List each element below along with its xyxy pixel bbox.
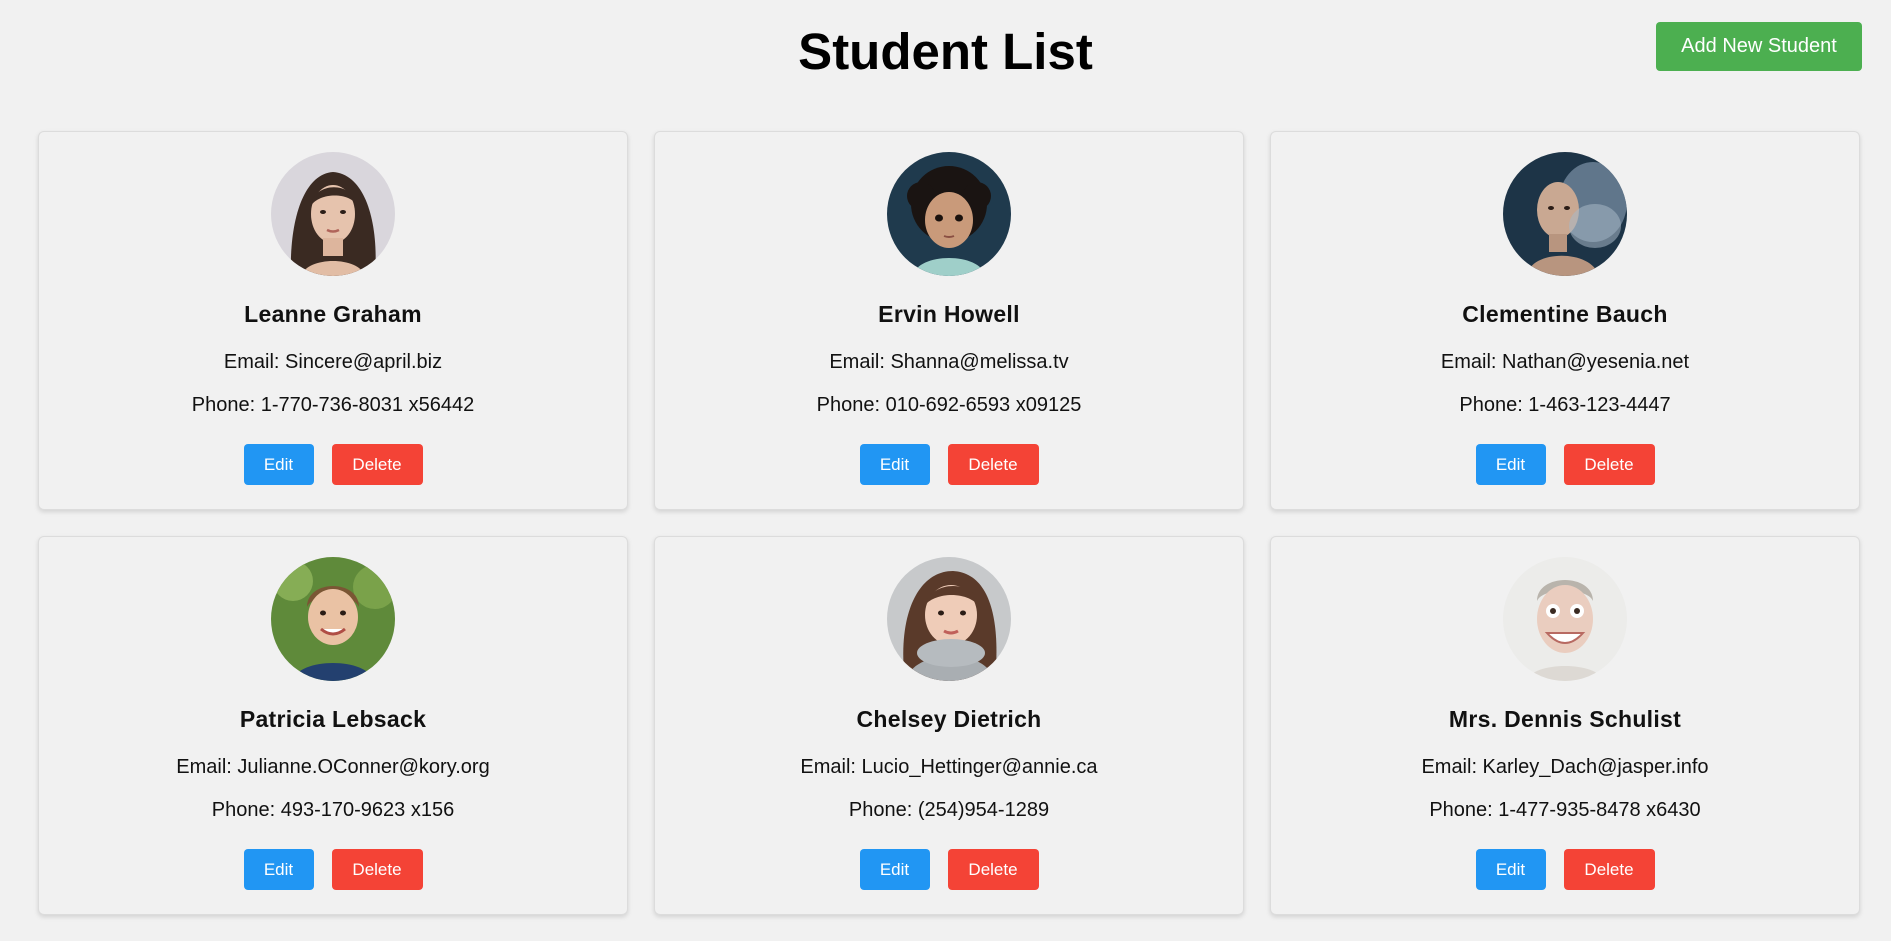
delete-button[interactable]: Delete xyxy=(947,444,1039,485)
student-avatar xyxy=(1503,557,1627,681)
student-avatar xyxy=(887,152,1011,276)
student-avatar xyxy=(271,557,395,681)
student-avatar xyxy=(887,557,1011,681)
student-phone: Phone: 1-770-736-8031 x56442 xyxy=(191,394,475,416)
card-actions: Edit Delete xyxy=(39,444,627,485)
student-phone: Phone: 1-477-935-8478 x6430 xyxy=(1429,799,1701,821)
student-email: Email: Lucio_Hettinger@annie.ca xyxy=(800,756,1098,778)
avatar-woman-scarf-icon xyxy=(887,557,1011,681)
student-email: Email: Nathan@yesenia.net xyxy=(1440,351,1690,373)
edit-button[interactable]: Edit xyxy=(1475,444,1546,485)
student-email: Email: Sincere@april.biz xyxy=(223,351,443,373)
card-actions: Edit Delete xyxy=(655,444,1243,485)
edit-button[interactable]: Edit xyxy=(243,849,314,890)
student-grid: Leanne Graham Email: Sincere@april.biz P… xyxy=(38,131,1861,915)
card-actions: Edit Delete xyxy=(1271,444,1859,485)
avatar-grinning-man-icon xyxy=(1503,557,1627,681)
edit-button[interactable]: Edit xyxy=(859,444,930,485)
student-name: Clementine Bauch xyxy=(1462,301,1668,327)
student-email: Email: Julianne.OConner@kory.org xyxy=(176,756,490,778)
student-name: Mrs. Dennis Schulist xyxy=(1448,706,1682,732)
student-card: Mrs. Dennis Schulist Email: Karley_Dach@… xyxy=(1270,536,1860,915)
add-new-student-button[interactable]: Add New Student xyxy=(1656,22,1862,71)
student-name: Chelsey Dietrich xyxy=(856,706,1042,732)
delete-button[interactable]: Delete xyxy=(1563,444,1655,485)
edit-button[interactable]: Edit xyxy=(1475,849,1546,890)
student-phone: Phone: (254)954-1289 xyxy=(848,799,1050,821)
student-card: Leanne Graham Email: Sincere@april.biz P… xyxy=(38,131,628,510)
delete-button[interactable]: Delete xyxy=(1563,849,1655,890)
header: Student List Add New Student xyxy=(0,0,1891,104)
page-title: Student List xyxy=(798,23,1093,80)
student-phone: Phone: 1-463-123-4447 xyxy=(1459,394,1671,416)
student-card: Patricia Lebsack Email: Julianne.OConner… xyxy=(38,536,628,915)
student-card: Clementine Bauch Email: Nathan@yesenia.n… xyxy=(1270,131,1860,510)
edit-button[interactable]: Edit xyxy=(243,444,314,485)
student-card: Ervin Howell Email: Shanna@melissa.tv Ph… xyxy=(654,131,1244,510)
delete-button[interactable]: Delete xyxy=(331,849,423,890)
delete-button[interactable]: Delete xyxy=(331,444,423,485)
avatar-bald-man-smoke-icon xyxy=(1503,152,1627,276)
student-name: Patricia Lebsack xyxy=(239,706,427,732)
student-name: Ervin Howell xyxy=(878,301,1020,327)
student-phone: Phone: 493-170-9623 x156 xyxy=(211,799,455,821)
student-email: Email: Shanna@melissa.tv xyxy=(829,351,1069,373)
card-actions: Edit Delete xyxy=(655,849,1243,890)
edit-button[interactable]: Edit xyxy=(859,849,930,890)
delete-button[interactable]: Delete xyxy=(947,849,1039,890)
student-email: Email: Karley_Dach@jasper.info xyxy=(1421,756,1709,778)
student-avatar xyxy=(271,152,395,276)
card-actions: Edit Delete xyxy=(39,849,627,890)
student-avatar xyxy=(1503,152,1627,276)
avatar-woman-long-hair-icon xyxy=(271,152,395,276)
student-name: Leanne Graham xyxy=(244,301,422,327)
card-actions: Edit Delete xyxy=(1271,849,1859,890)
avatar-smiling-boy-icon xyxy=(271,557,395,681)
student-phone: Phone: 010-692-6593 x09125 xyxy=(816,394,1082,416)
student-card: Chelsey Dietrich Email: Lucio_Hettinger@… xyxy=(654,536,1244,915)
avatar-curly-haired-child-icon xyxy=(887,152,1011,276)
